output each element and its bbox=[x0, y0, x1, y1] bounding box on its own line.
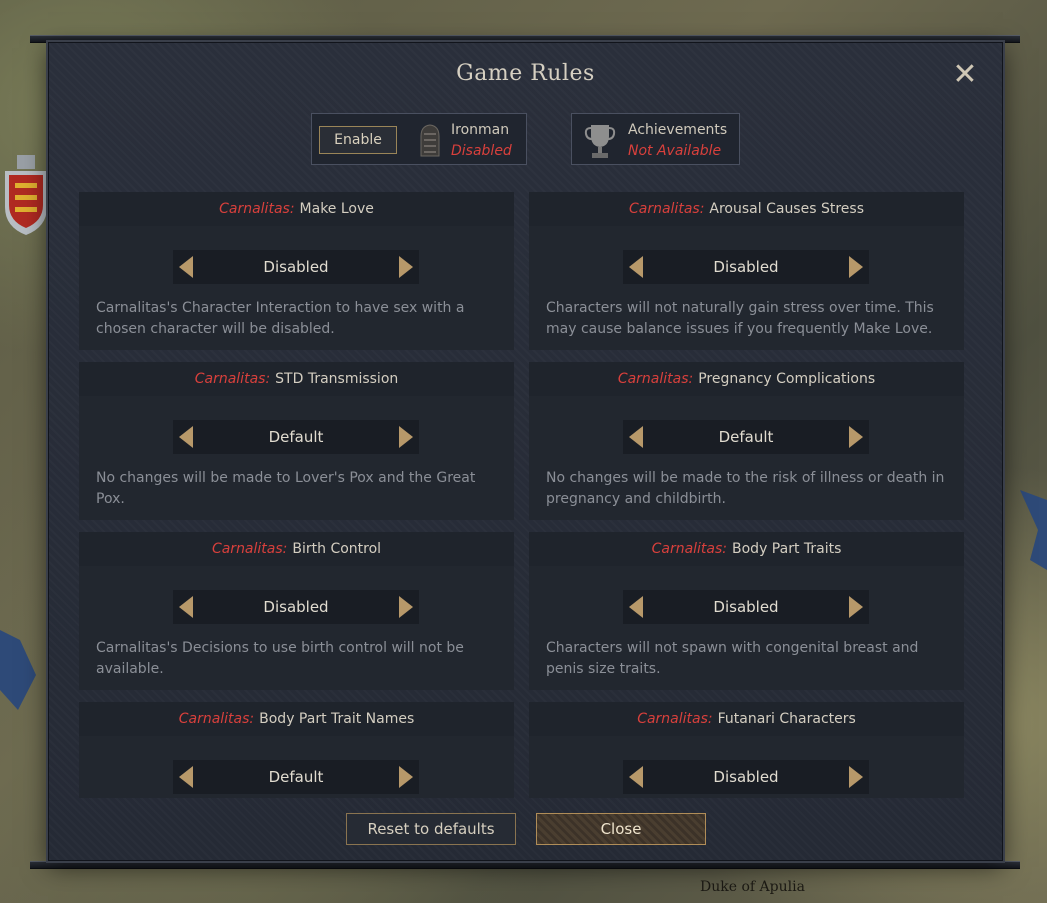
rule-value-selector: Disabled bbox=[623, 590, 869, 624]
rule-value-selector: Disabled bbox=[173, 250, 419, 284]
rule-description: Carnalitas's Decisions to use birth cont… bbox=[96, 640, 464, 677]
rule-mod-label: Carnalitas: bbox=[651, 541, 728, 557]
rule-value: Default bbox=[268, 428, 324, 446]
close-button[interactable]: Close bbox=[536, 813, 706, 845]
rules-list[interactable]: Carnalitas: Make Love Disabled Carnalitas… bbox=[77, 176, 990, 798]
rule-value: Default bbox=[268, 768, 324, 786]
achievements-status: Not Available bbox=[628, 143, 722, 159]
window-bottom-rail bbox=[30, 861, 1020, 869]
arrow-right-icon[interactable] bbox=[393, 250, 419, 284]
arrow-right-icon[interactable] bbox=[843, 760, 869, 794]
arrow-left-icon[interactable] bbox=[173, 420, 199, 454]
rule-value: Disabled bbox=[713, 598, 779, 616]
rule-mod-label: Carnalitas: bbox=[219, 201, 295, 217]
ironman-gauntlet-icon bbox=[420, 124, 440, 157]
game-rules-window: Game Rules ✕ Enable Ironman Disabled Ach… bbox=[48, 42, 1003, 861]
rule-title: Body Part Traits bbox=[732, 541, 842, 557]
rule-value-selector: Disabled bbox=[623, 760, 869, 794]
arrow-right-icon[interactable] bbox=[393, 760, 419, 794]
rule-value: Disabled bbox=[713, 258, 779, 276]
rule-birth-control: Carnalitas: Birth Control Disabled Carnal… bbox=[79, 532, 514, 690]
rule-body-part-traits: Carnalitas: Body Part Traits Disabled Cha… bbox=[529, 532, 964, 690]
rule-description: Characters will not spawn with congenita… bbox=[546, 640, 919, 677]
rule-title: Futanari Characters bbox=[717, 711, 856, 727]
arrow-left-icon[interactable] bbox=[623, 760, 649, 794]
heraldic-shield-icon[interactable] bbox=[3, 155, 49, 235]
rule-description: No changes will be made to the risk of i… bbox=[546, 470, 945, 507]
rule-title: Make Love bbox=[299, 201, 374, 217]
rule-value-selector: Disabled bbox=[623, 250, 869, 284]
enable-ironman-button[interactable]: Enable bbox=[319, 126, 397, 154]
arrow-left-icon[interactable] bbox=[623, 590, 649, 624]
rule-title: Birth Control bbox=[292, 541, 382, 557]
rule-value: Default bbox=[718, 428, 774, 446]
rule-title: Pregnancy Complications bbox=[698, 371, 876, 387]
arrow-left-icon[interactable] bbox=[173, 250, 199, 284]
rule-value-selector: Default bbox=[623, 420, 869, 454]
ironman-panel: Enable Ironman Disabled bbox=[311, 113, 527, 165]
rule-description: No changes will be made to Lover's Pox a… bbox=[96, 470, 476, 507]
rule-value-selector: Default bbox=[173, 420, 419, 454]
trophy-icon bbox=[584, 125, 616, 158]
rule-pregnancy-complications: Carnalitas: Pregnancy Complications Defau… bbox=[529, 362, 964, 520]
map-banner-icon bbox=[1020, 490, 1047, 570]
rule-mod-label: Carnalitas: bbox=[637, 711, 713, 727]
arrow-right-icon[interactable] bbox=[843, 250, 869, 284]
rule-title: STD Transmission bbox=[275, 371, 399, 387]
map-title-label[interactable]: Duke of Apulia bbox=[700, 879, 805, 895]
arrow-right-icon[interactable] bbox=[393, 590, 419, 624]
arrow-right-icon[interactable] bbox=[843, 590, 869, 624]
rule-title: Arousal Causes Stress bbox=[709, 201, 864, 217]
rule-description: Characters will not naturally gain stres… bbox=[546, 300, 934, 337]
rule-value: Disabled bbox=[263, 598, 329, 616]
achievements-panel: Achievements Not Available bbox=[571, 113, 740, 165]
arrow-left-icon[interactable] bbox=[623, 420, 649, 454]
rule-description: Carnalitas's Character Interaction to ha… bbox=[96, 300, 465, 337]
rule-mod-label: Carnalitas: bbox=[178, 711, 255, 727]
reset-to-defaults-button[interactable]: Reset to defaults bbox=[346, 813, 516, 845]
ironman-status: Disabled bbox=[451, 143, 512, 159]
achievements-label: Achievements bbox=[628, 122, 728, 138]
rule-title: Body Part Trait Names bbox=[259, 711, 415, 727]
rule-value-selector: Default bbox=[173, 760, 419, 794]
rule-mod-label: Carnalitas: bbox=[617, 371, 694, 387]
rule-make-love: Carnalitas: Make Love Disabled Carnalitas… bbox=[79, 192, 514, 350]
rule-value-selector: Disabled bbox=[173, 590, 419, 624]
rule-futanari-characters: Carnalitas: Futanari Characters Disabled bbox=[529, 702, 964, 798]
arrow-right-icon[interactable] bbox=[843, 420, 869, 454]
rule-arousal-causes-stress: Carnalitas: Arousal Causes Stress Disable… bbox=[529, 192, 964, 350]
rule-std-transmission: Carnalitas: STD Transmission Default No c… bbox=[79, 362, 514, 520]
ironman-label: Ironman bbox=[451, 122, 510, 138]
rule-mod-label: Carnalitas: bbox=[211, 541, 288, 557]
arrow-right-icon[interactable] bbox=[393, 420, 419, 454]
rule-value: Disabled bbox=[713, 768, 779, 786]
arrow-left-icon[interactable] bbox=[173, 590, 199, 624]
arrow-left-icon[interactable] bbox=[623, 250, 649, 284]
rule-value: Disabled bbox=[263, 258, 329, 276]
close-icon[interactable]: ✕ bbox=[951, 60, 979, 90]
map-banner-icon bbox=[0, 630, 36, 710]
window-title: Game Rules bbox=[456, 61, 595, 86]
arrow-left-icon[interactable] bbox=[173, 760, 199, 794]
rule-body-part-trait-names: Carnalitas: Body Part Trait Names Default bbox=[79, 702, 514, 798]
rule-mod-label: Carnalitas: bbox=[628, 201, 705, 217]
rule-mod-label: Carnalitas: bbox=[194, 371, 271, 387]
